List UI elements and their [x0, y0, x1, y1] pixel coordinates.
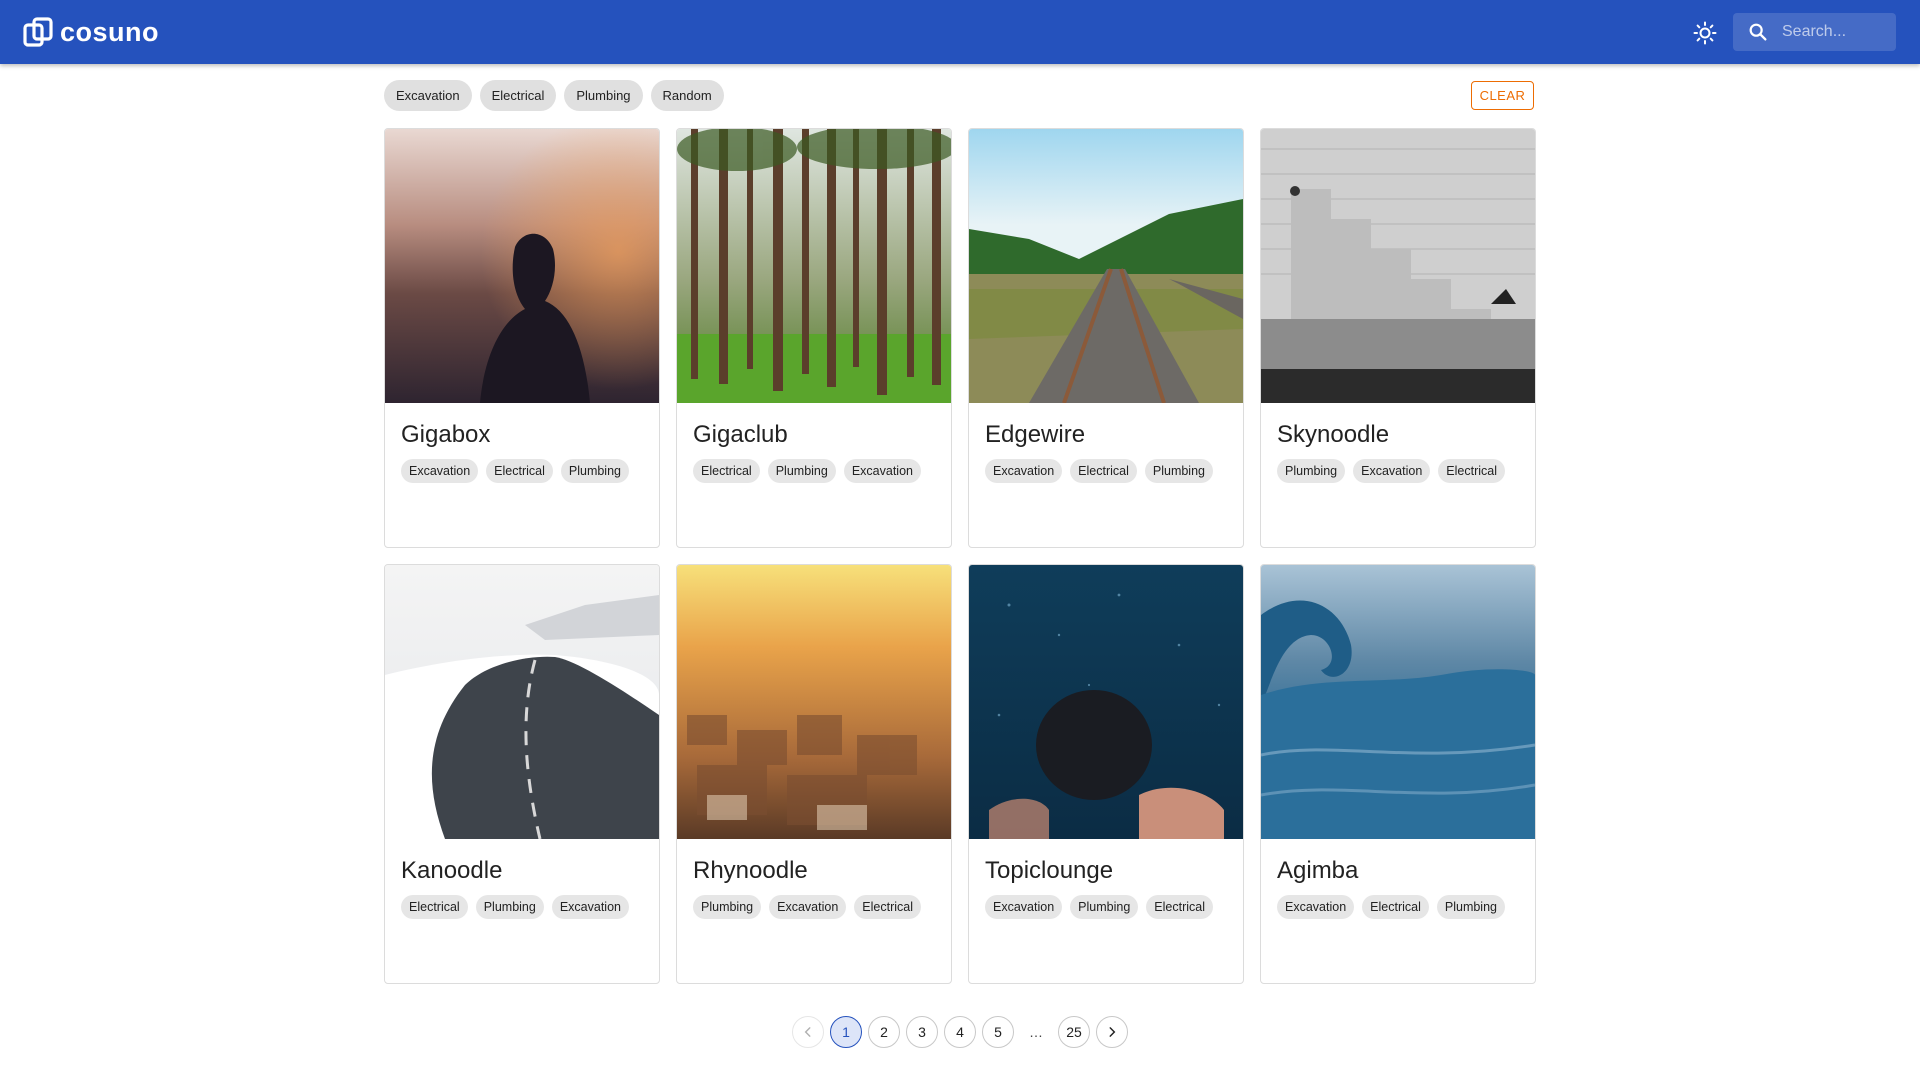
tag-chip: Electrical	[401, 895, 468, 919]
tag-chip: Plumbing	[560, 459, 629, 483]
sun-icon	[1693, 21, 1717, 45]
tag-chip: Electrical	[854, 895, 921, 919]
tag-chip: Plumbing	[1144, 459, 1213, 483]
card-image-underwater-swimmer	[969, 565, 1243, 839]
logo[interactable]: cosuno	[23, 15, 159, 49]
filter-chip-random[interactable]: Random	[650, 80, 724, 111]
card-image-ocean-wave	[1261, 565, 1535, 839]
tag-chip: Excavation	[843, 459, 921, 483]
tag-chip: Plumbing	[693, 895, 762, 919]
pagination: 1 2 3 4 5 … 25	[792, 1016, 1128, 1048]
filter-chip-electrical[interactable]: Electrical	[479, 80, 557, 111]
page-button-2[interactable]: 2	[868, 1016, 900, 1048]
card-title: Skynoodle	[1277, 421, 1390, 448]
card-title: Topiclounge	[985, 857, 1114, 884]
tag-chip: Plumbing	[475, 895, 544, 919]
card-image-snowy-road	[385, 565, 659, 839]
search-icon	[1747, 21, 1769, 43]
card-image-city-sunset	[677, 565, 951, 839]
card-title: Rhynoodle	[693, 857, 808, 884]
page-button-25[interactable]: 25	[1058, 1016, 1090, 1048]
tag-chip: Electrical	[1362, 895, 1429, 919]
pagination-ellipsis: …	[1029, 1024, 1043, 1040]
page-button-5[interactable]: 5	[982, 1016, 1014, 1048]
filter-chip-group: Excavation Electrical Plumbing Random	[384, 80, 724, 112]
chevron-left-icon	[804, 1027, 811, 1037]
tag-chip: Electrical	[1070, 459, 1137, 483]
filter-chip-excavation[interactable]: Excavation	[384, 80, 472, 111]
card[interactable]: Rhynoodle Plumbing Excavation Electrical	[676, 564, 952, 984]
page-button-3[interactable]: 3	[906, 1016, 938, 1048]
search-box[interactable]	[1733, 13, 1896, 51]
card[interactable]: Agimba Excavation Electrical Plumbing	[1260, 564, 1536, 984]
page-button-1[interactable]: 1	[830, 1016, 862, 1048]
card-tags: Excavation Plumbing Electrical	[985, 895, 1215, 919]
cosuno-logo-icon	[23, 17, 53, 47]
card-tags: Electrical Plumbing Excavation	[401, 895, 631, 919]
tag-chip: Electrical	[693, 459, 760, 483]
card-title: Kanoodle	[401, 857, 503, 884]
card-tags: Plumbing Excavation Electrical	[693, 895, 923, 919]
clear-button[interactable]: CLEAR	[1471, 81, 1534, 110]
app-bar: cosuno	[0, 0, 1920, 64]
card[interactable]: Gigabox Excavation Electrical Plumbing	[384, 128, 660, 548]
page-button-4[interactable]: 4	[944, 1016, 976, 1048]
card-tags: Excavation Electrical Plumbing	[1277, 895, 1507, 919]
card-image-railroad-tracks	[969, 129, 1243, 403]
card-image-sunset-silhouette	[385, 129, 659, 403]
card[interactable]: Edgewire Excavation Electrical Plumbing	[968, 128, 1244, 548]
tag-chip: Electrical	[1438, 459, 1505, 483]
card-grid: Gigabox Excavation Electrical Plumbing G…	[384, 128, 1536, 984]
filter-chip-plumbing[interactable]: Plumbing	[564, 80, 643, 111]
tag-chip: Excavation	[769, 895, 847, 919]
tag-chip: Plumbing	[767, 459, 836, 483]
tag-chip: Plumbing	[1436, 895, 1505, 919]
card[interactable]: Kanoodle Electrical Plumbing Excavation	[384, 564, 660, 984]
chevron-right-icon	[1109, 1027, 1116, 1037]
card-tags: Excavation Electrical Plumbing	[401, 459, 631, 483]
card-title: Agimba	[1277, 857, 1359, 884]
tag-chip: Plumbing	[1277, 459, 1346, 483]
tag-chip: Plumbing	[1070, 895, 1139, 919]
tag-chip: Electrical	[1146, 895, 1213, 919]
card-image-stone-stairs	[1261, 129, 1535, 403]
search-input[interactable]	[1780, 22, 1894, 42]
card[interactable]: Skynoodle Plumbing Excavation Electrical	[1260, 128, 1536, 548]
card-tags: Electrical Plumbing Excavation	[693, 459, 923, 483]
tag-chip: Excavation	[551, 895, 629, 919]
card[interactable]: Gigaclub Electrical Plumbing Excavation	[676, 128, 952, 548]
card-tags: Plumbing Excavation Electrical	[1277, 459, 1507, 483]
tag-chip: Excavation	[401, 459, 479, 483]
tag-chip: Excavation	[1353, 459, 1431, 483]
tag-chip: Electrical	[486, 459, 553, 483]
card[interactable]: Topiclounge Excavation Plumbing Electric…	[968, 564, 1244, 984]
card-title: Gigabox	[401, 421, 491, 448]
card-title: Gigaclub	[693, 421, 788, 448]
card-title: Edgewire	[985, 421, 1086, 448]
logo-text: cosuno	[60, 16, 160, 47]
card-image-pine-forest	[677, 129, 951, 403]
tag-chip: Excavation	[985, 895, 1063, 919]
next-page-button[interactable]	[1096, 1016, 1128, 1048]
previous-page-button[interactable]	[792, 1016, 824, 1048]
tag-chip: Excavation	[985, 459, 1063, 483]
tag-chip: Excavation	[1277, 895, 1355, 919]
theme-toggle-button[interactable]	[1690, 18, 1720, 48]
card-tags: Excavation Electrical Plumbing	[985, 459, 1215, 483]
